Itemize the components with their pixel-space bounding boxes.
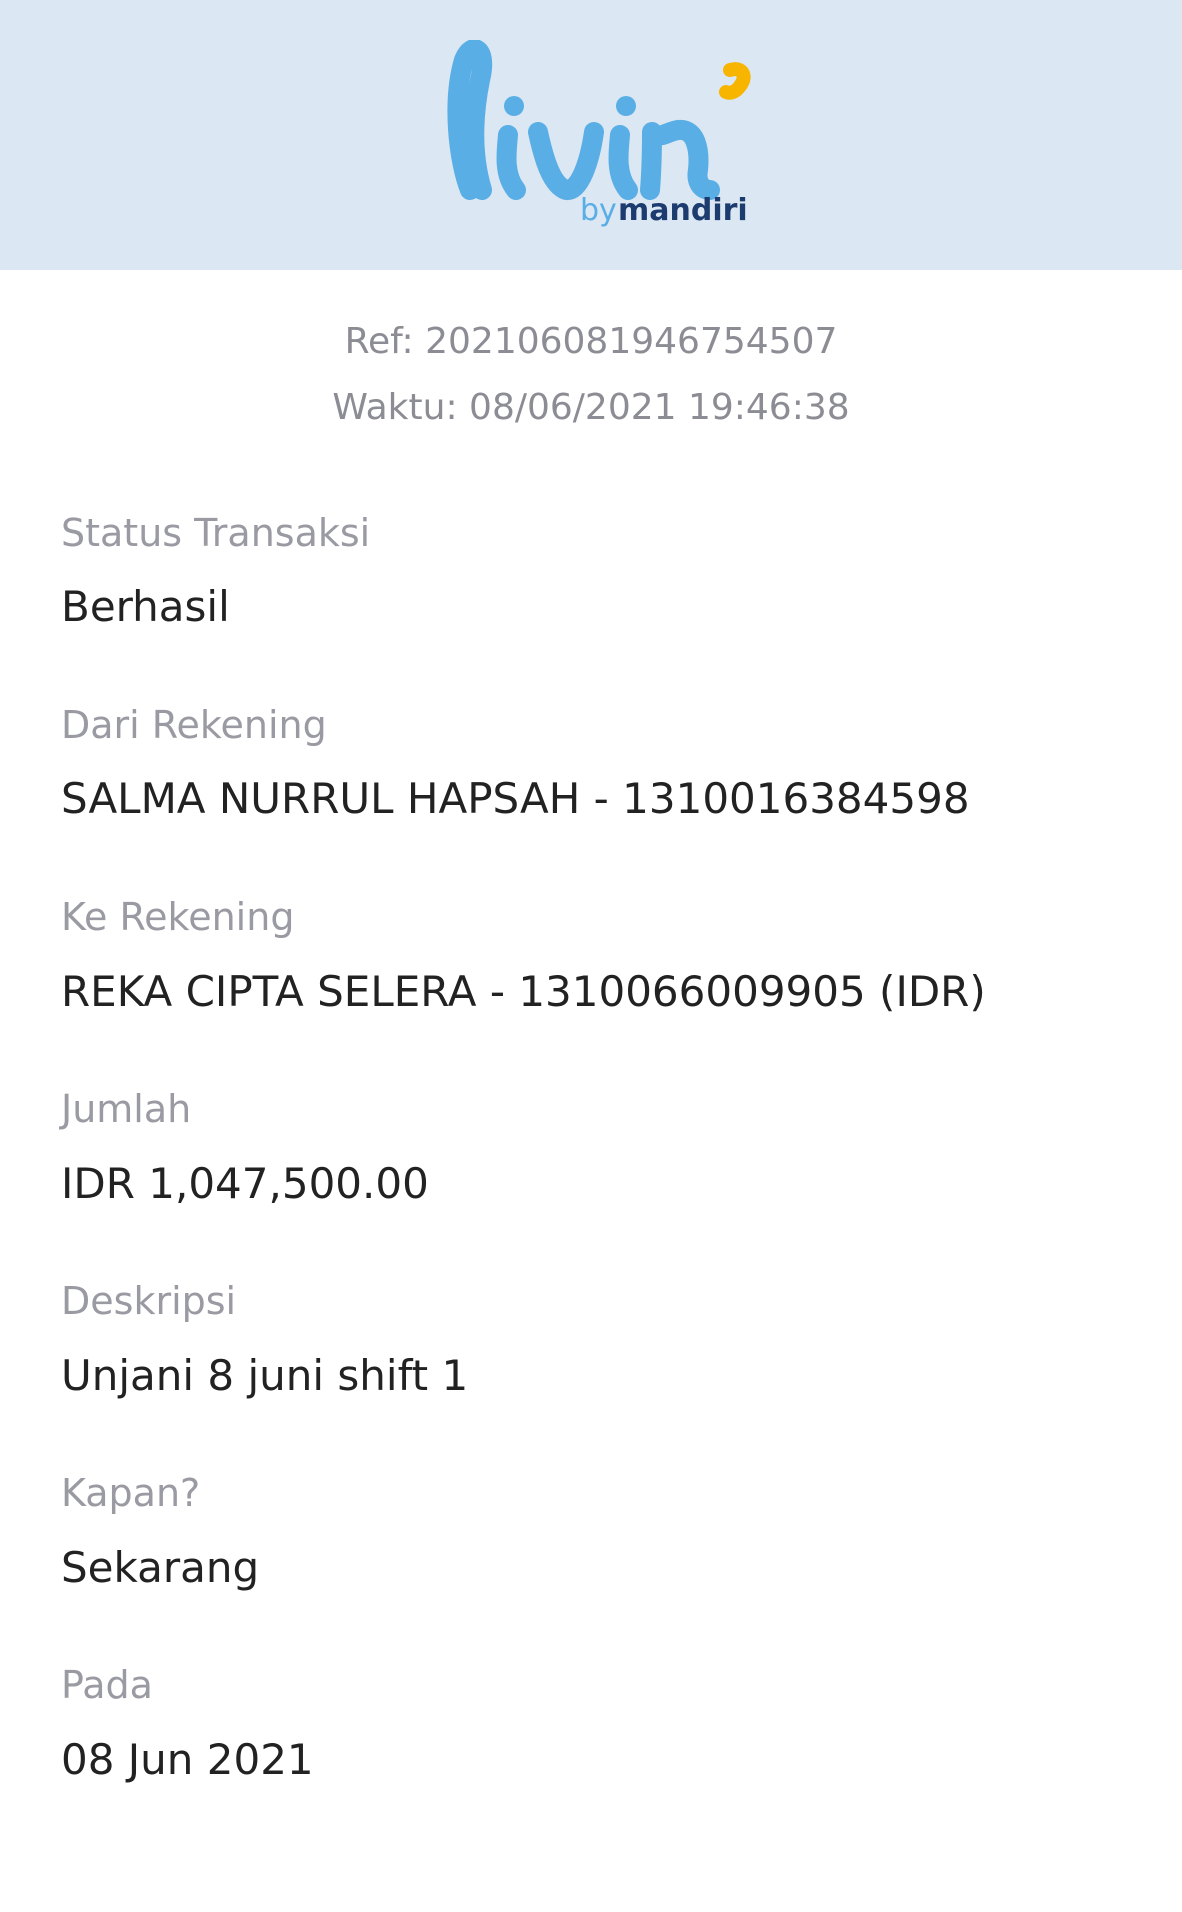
date-label: Pada <box>61 1663 153 1707</box>
source-account-value: SALMA NURRUL HAPSAH - 1310016384598 <box>61 774 970 823</box>
livin-logo-graphic: by mandiri <box>447 40 751 228</box>
status-label: Status Transaksi <box>61 511 371 555</box>
when-label: Kapan? <box>61 1471 201 1515</box>
amount-label: Jumlah <box>61 1087 192 1131</box>
description-value: Unjani 8 juni shift 1 <box>61 1351 469 1400</box>
receipt-header: by mandiri <box>0 0 1182 270</box>
livin-by-mandiri-logo: by mandiri <box>430 40 760 230</box>
destination-account-label: Ke Rekening <box>61 895 295 939</box>
logo-by-text: by <box>580 193 617 228</box>
transaction-time: Waktu: 08/06/2021 19:46:38 <box>332 387 850 428</box>
when-value: Sekarang <box>61 1543 260 1592</box>
logo-mandiri-text: mandiri <box>618 193 748 228</box>
destination-account-value: REKA CIPTA SELERA - 1310066009905 (IDR) <box>61 967 986 1016</box>
description-label: Deskripsi <box>61 1279 237 1323</box>
status-value: Berhasil <box>61 582 230 631</box>
source-account-label: Dari Rekening <box>61 703 327 747</box>
date-value: 08 Jun 2021 <box>61 1735 314 1784</box>
reference-number: Ref: 202106081946754507 <box>344 321 838 362</box>
amount-value: IDR 1,047,500.00 <box>61 1159 429 1208</box>
